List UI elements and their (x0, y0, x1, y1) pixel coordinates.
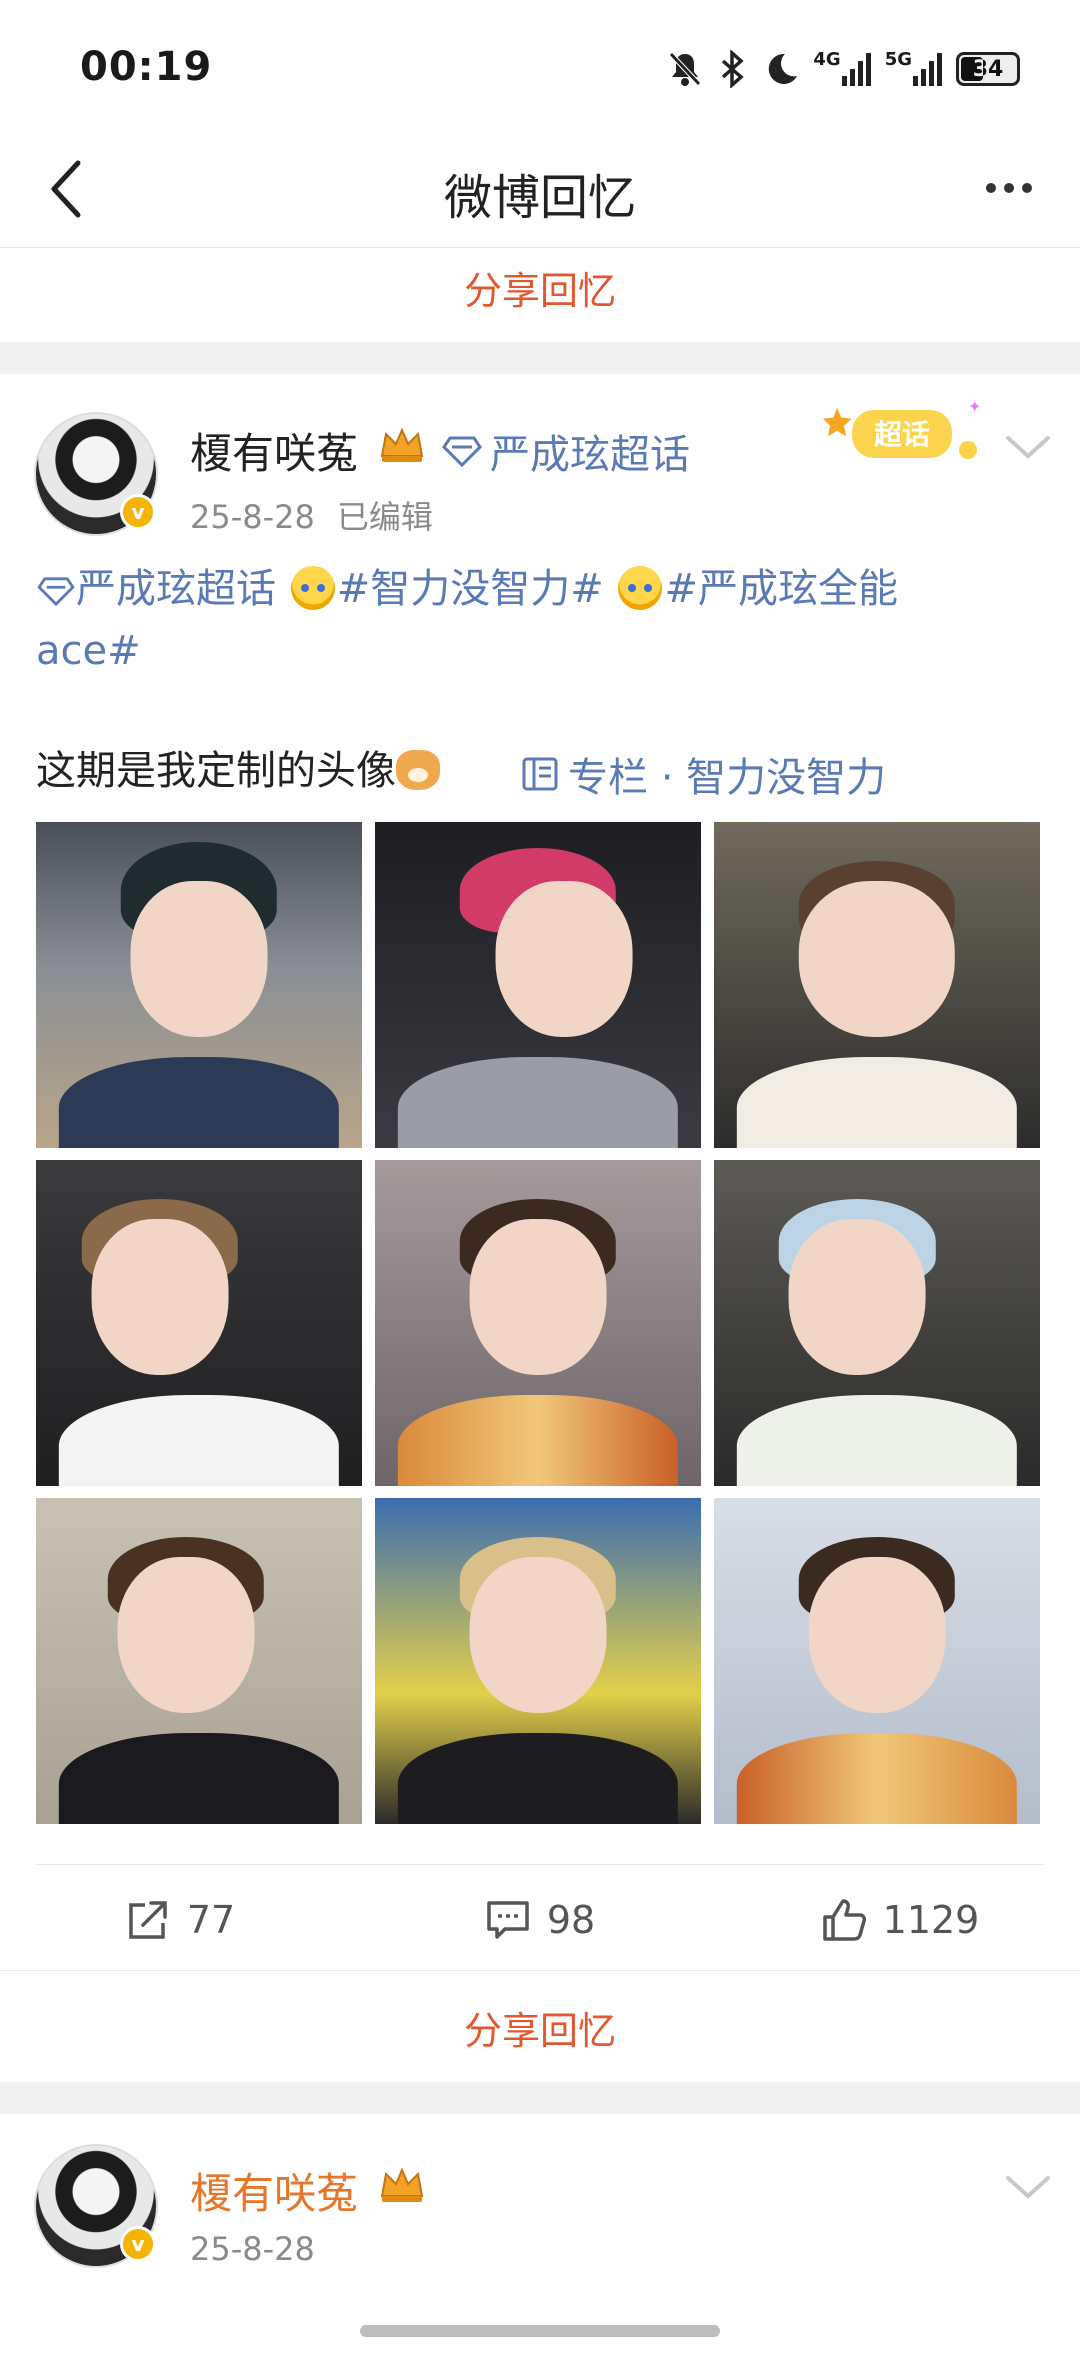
dot-icon (1004, 183, 1014, 193)
section-divider (0, 342, 1080, 374)
title-bar: 微博回忆 (0, 130, 1080, 248)
diamond-icon (37, 577, 75, 607)
page-title: 微博回忆 (443, 170, 636, 226)
action-bar: 77 98 1129 (0, 1880, 1080, 1960)
chevron-down-icon[interactable] (1004, 432, 1052, 462)
next-post-username[interactable]: 榎有咲菟 (190, 2160, 358, 2221)
like-count: 1129 (882, 1898, 980, 1942)
photo-thumbnail[interactable] (36, 1160, 362, 1486)
column-icon (522, 757, 558, 791)
signal-4g-icon: 4G (813, 49, 871, 89)
comment-button[interactable]: 98 (360, 1880, 720, 1960)
repost-count: 77 (186, 1898, 236, 1942)
post-username[interactable]: 榎有咲菟 (190, 420, 358, 481)
column-link[interactable]: 专栏 · 智力没智力 (520, 745, 886, 803)
supertopic-tag[interactable]: 严成玹超话 (442, 422, 690, 480)
hashtag-link[interactable]: #智力没智力# (337, 566, 604, 612)
diamond-icon (442, 436, 482, 467)
dot-icon (1022, 183, 1032, 193)
thumbs-up-icon (822, 1899, 866, 1941)
crown-icon (380, 2167, 424, 2202)
verified-badge-icon: v (120, 494, 156, 530)
next-post-date: 25-8-28 (190, 2230, 315, 2268)
section-divider (0, 2082, 1080, 2114)
photo-thumbnail[interactable] (36, 1498, 362, 1824)
post-date: 25-8-28 已编辑 (190, 498, 433, 536)
chaohua-badge-label: 超话 (874, 418, 930, 451)
supertopic-link[interactable]: 严成玹超话 (36, 566, 276, 612)
signal-5g-icon: 5G (885, 49, 942, 89)
chevron-down-icon[interactable] (1004, 2172, 1052, 2202)
comment-count: 98 (546, 1898, 596, 1942)
moon-icon (763, 49, 799, 89)
status-time: 00:19 (80, 44, 213, 90)
bluetooth-icon (717, 49, 749, 89)
section-divider (0, 1970, 1080, 1971)
action-divider (36, 1864, 1044, 1865)
home-indicator[interactable] (360, 2325, 720, 2337)
verified-badge-icon: v (120, 2226, 156, 2262)
svg-text:✦: ✦ (968, 398, 981, 416)
crying-emoji-icon (618, 566, 663, 610)
share-memory-button[interactable]: 分享回忆 (0, 1982, 1080, 2072)
comment-icon (487, 1901, 529, 1939)
photo-thumbnail[interactable] (714, 1160, 1040, 1486)
edited-label: 已编辑 (336, 498, 433, 536)
hashtag-link[interactable]: ace# (36, 628, 141, 674)
repost-icon (129, 1901, 167, 1939)
like-button[interactable]: 1129 (720, 1880, 1080, 1960)
post-text: 严成玹超话 #智力没智力# #严成玹全能 ace# (36, 558, 1046, 682)
chaohua-badge-icon[interactable]: 超话 ✦ (822, 398, 982, 468)
photo-thumbnail[interactable] (36, 822, 362, 1148)
photo-thumbnail[interactable] (375, 822, 701, 1148)
share-memory-button[interactable]: 分享回忆 (0, 242, 1080, 332)
battery-icon: 34 (956, 52, 1020, 86)
photo-thumbnail[interactable] (714, 822, 1040, 1148)
status-bar: 00:19 4G 5G 34 (0, 0, 1080, 130)
avatar[interactable]: v (34, 412, 158, 536)
more-options-button[interactable] (974, 158, 1044, 218)
photo-thumbnail[interactable] (375, 1160, 701, 1486)
avatar[interactable]: v (34, 2144, 158, 2268)
crying-emoji-icon (290, 566, 335, 610)
dot-icon (986, 183, 996, 193)
dog-emoji-icon (396, 750, 440, 790)
hashtag-link[interactable]: #严成玹全能 (664, 566, 898, 612)
photo-thumbnail[interactable] (714, 1498, 1040, 1824)
repost-button[interactable]: 77 (0, 1880, 360, 1960)
photo-grid (36, 822, 1044, 1824)
status-icons: 4G 5G 34 (667, 44, 1020, 94)
crown-icon (380, 427, 424, 462)
mute-bell-icon (667, 49, 703, 89)
photo-thumbnail[interactable] (375, 1498, 701, 1824)
